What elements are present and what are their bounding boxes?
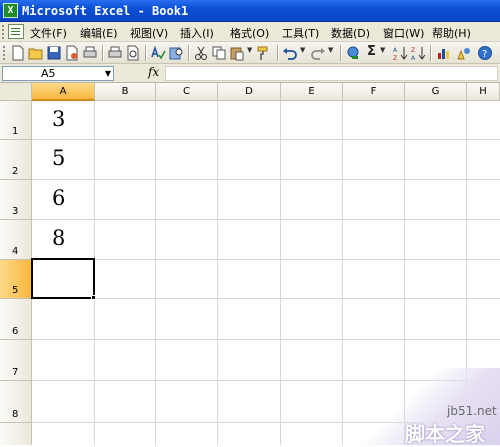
row-header-8[interactable]: 8 [0,381,32,423]
cell-a3[interactable]: 6 [52,186,65,210]
autosum-icon[interactable]: Σ [367,44,376,59]
column-header-d[interactable]: D [218,83,281,101]
gridline [32,298,500,299]
watermark-brand: 脚本之家 [405,422,485,446]
row-header-9[interactable] [0,423,32,445]
column-header-h[interactable]: H [467,83,500,101]
cut-icon[interactable] [193,45,209,61]
svg-text:A: A [393,47,398,54]
gridline [32,179,500,180]
menu-data[interactable]: 数据(D) [331,25,370,41]
menu-view[interactable]: 视图(V) [130,25,168,41]
toolbar-separator [102,45,103,61]
gridline [32,139,500,140]
gridline [217,101,218,445]
format-painter-icon[interactable] [256,45,272,61]
title-bar: X Microsoft Excel - Book1 [0,0,500,22]
insert-function-button[interactable]: fx [148,65,159,79]
gridline [32,339,500,340]
row-header-5[interactable]: 5 [0,260,32,299]
cell-a2[interactable]: 5 [52,146,65,170]
save-icon[interactable] [46,45,62,61]
row-header-1[interactable]: 1 [0,101,32,140]
name-box-dropdown-icon[interactable]: ▼ [105,67,111,80]
print-preview-magnifier-icon[interactable] [125,45,141,61]
redo-dropdown-icon[interactable]: ▼ [328,46,333,54]
window-title: Microsoft Excel - Book1 [22,4,189,18]
select-all-corner[interactable] [0,83,32,101]
name-box[interactable]: A5 ▼ [2,66,114,81]
gridline [342,101,343,445]
permission-icon[interactable] [64,45,80,61]
gridline [280,101,281,445]
menu-insert[interactable]: 插入(I) [180,25,214,41]
menu-format[interactable]: 格式(O) [230,25,269,41]
undo-dropdown-icon[interactable]: ▼ [300,46,305,54]
column-header-g[interactable]: G [405,83,467,101]
menu-tools[interactable]: 工具(T) [282,25,319,41]
column-header-f[interactable]: F [343,83,405,101]
svg-text:?: ? [482,49,487,60]
hyperlink-icon[interactable] [346,45,362,61]
menu-file[interactable]: 文件(F) [30,25,67,41]
column-header-c[interactable]: C [156,83,218,101]
gridline [155,101,156,445]
menu-bar: 文件(F) 编辑(E) 视图(V) 插入(I) 格式(O) 工具(T) 数据(D… [0,22,500,42]
row-header-7[interactable]: 7 [0,340,32,381]
research-icon[interactable] [168,45,184,61]
gridline [32,219,500,220]
menu-edit[interactable]: 编辑(E) [80,25,118,41]
autosum-dropdown-icon[interactable]: ▼ [380,46,385,54]
print-icon[interactable] [82,45,98,61]
column-header-b[interactable]: B [95,83,156,101]
row-header-4[interactable]: 4 [0,220,32,260]
new-icon[interactable] [10,45,26,61]
row-header-2[interactable]: 2 [0,140,32,180]
row-header-3[interactable]: 3 [0,180,32,220]
paste-dropdown-icon[interactable]: ▼ [247,46,252,54]
cell-a1[interactable]: 3 [52,107,65,131]
watermark-url: jb51.net [447,404,497,418]
toolbar-separator [145,45,146,61]
drawing-icon[interactable] [456,45,472,61]
formula-input[interactable] [165,66,498,81]
toolbar-separator [430,45,431,61]
menu-help[interactable]: 帮助(H) [432,25,471,41]
toolbar-separator [340,45,341,61]
excel-app-icon[interactable]: X [3,3,18,18]
gridline [32,259,500,260]
workbook-icon[interactable] [8,24,24,39]
svg-text:Z: Z [393,55,397,61]
toolbar-separator [188,45,189,61]
chart-wizard-icon[interactable] [436,45,452,61]
svg-text:Z: Z [411,47,415,54]
copy-icon[interactable] [211,45,227,61]
column-header-e[interactable]: E [281,83,343,101]
active-cell-a5[interactable] [31,258,95,299]
name-box-value: A5 [41,67,56,80]
redo-icon[interactable] [310,45,326,61]
svg-text:A: A [411,55,416,61]
row-header-6[interactable]: 6 [0,299,32,340]
cell-a4[interactable]: 8 [52,226,65,250]
standard-toolbar: ▼ ▼ ▼ Σ ▼ AZ ZA ? [0,42,500,64]
fill-handle[interactable] [91,295,96,300]
menu-grip-handle[interactable] [2,25,7,39]
sort-descending-icon[interactable]: ZA [410,45,426,61]
print-preview-icon[interactable] [107,45,123,61]
help-icon[interactable]: ? [477,45,493,61]
open-icon[interactable] [28,45,44,61]
undo-icon[interactable] [282,45,298,61]
column-header-a[interactable]: A [32,83,95,101]
spelling-icon[interactable] [150,45,166,61]
sort-ascending-icon[interactable]: AZ [392,45,408,61]
menu-window[interactable]: 窗口(W) [383,25,424,41]
toolbar-separator [277,45,278,61]
toolbar-grip-handle[interactable] [3,45,7,61]
paste-icon[interactable] [229,45,245,61]
formula-bar: A5 ▼ fx [0,64,500,83]
